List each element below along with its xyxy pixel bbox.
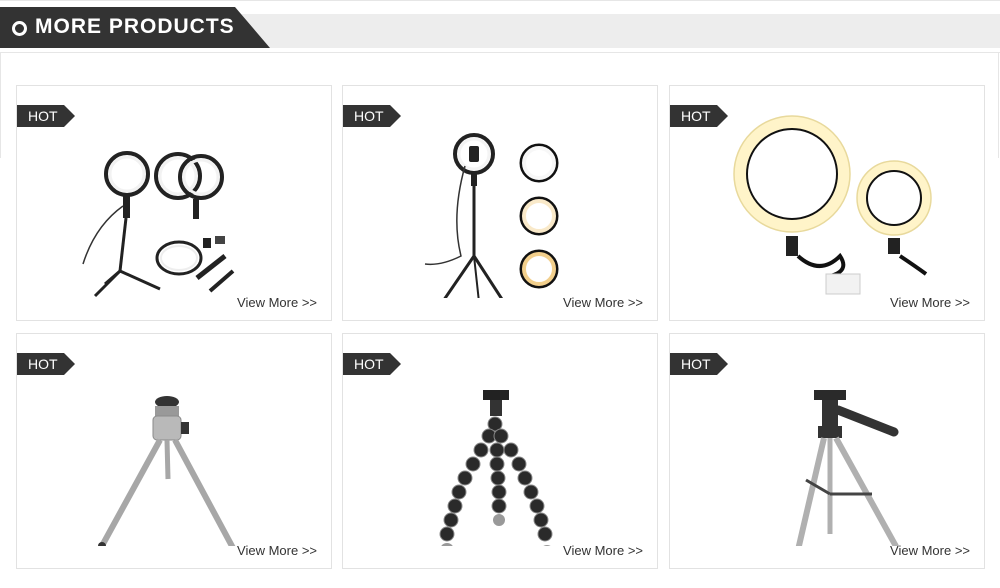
section-title: MORE PRODUCTS — [35, 15, 235, 38]
two-ring-lights-image — [733, 115, 932, 295]
left-panel-edge — [0, 52, 1, 158]
product-card-4[interactable]: HOT View More >> — [16, 333, 332, 569]
ring-light-tripod-kit-image — [82, 151, 235, 298]
view-more-link[interactable]: View More >> — [237, 295, 317, 310]
mini-silver-tripod-image — [98, 396, 236, 546]
hot-badge: HOT — [17, 353, 75, 375]
aluminum-camera-tripod-image — [795, 390, 900, 546]
view-more-link[interactable]: View More >> — [563, 295, 643, 310]
flexible-octopus-tripod-image — [439, 390, 553, 546]
product-card-1[interactable]: HOT View More >> — [16, 85, 332, 321]
view-more-link[interactable]: View More >> — [890, 543, 970, 558]
view-more-link[interactable]: View More >> — [563, 543, 643, 558]
ring-light-stand-three-colors-image — [424, 133, 559, 298]
top-divider — [0, 0, 1000, 1]
circle-outline-icon — [12, 21, 27, 36]
product-card-2[interactable]: HOT View More >> — [342, 85, 658, 321]
view-more-link[interactable]: View More >> — [237, 543, 317, 558]
product-card-3[interactable]: HOT View More >> — [669, 85, 985, 321]
product-card-6[interactable]: HOT View More >> — [669, 333, 985, 569]
hot-badge: HOT — [343, 105, 401, 127]
hot-badge: HOT — [17, 105, 75, 127]
right-panel-edge — [998, 52, 999, 158]
hot-badge: HOT — [670, 353, 728, 375]
hot-badge: HOT — [343, 353, 401, 375]
view-more-link[interactable]: View More >> — [890, 295, 970, 310]
product-card-5[interactable]: HOT View More >> — [342, 333, 658, 569]
